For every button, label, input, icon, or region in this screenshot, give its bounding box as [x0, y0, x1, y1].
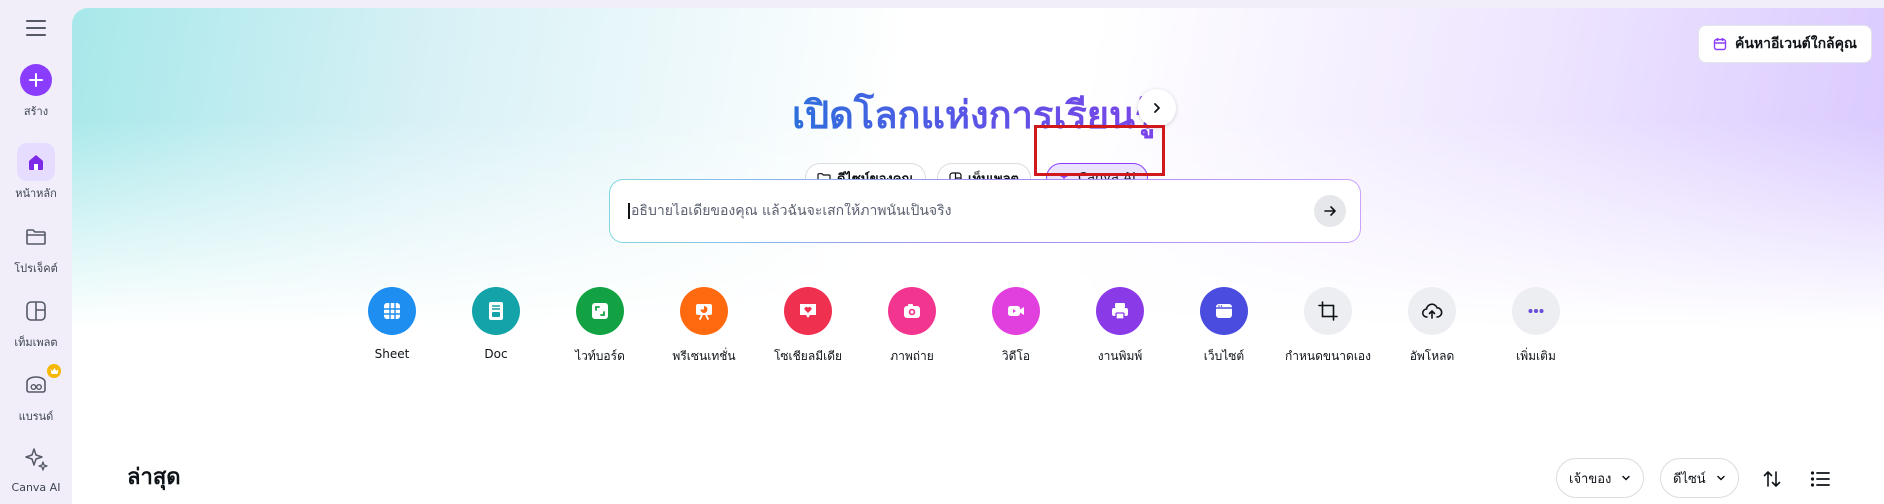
shortcut-label: วิดีโอ: [1001, 349, 1031, 363]
shortcut-label: กำหนดขนาดเอง: [1284, 349, 1371, 363]
shortcut-label: โซเชียลมีเดีย: [773, 349, 843, 363]
shortcut-video[interactable]: วิดีโอ: [964, 287, 1068, 366]
crown-icon: [47, 364, 61, 378]
recent-heading: ล่าสุด: [127, 465, 181, 490]
sidebar-item-projects[interactable]: โปรเจ็คต์: [0, 218, 72, 277]
sidebar-item-home[interactable]: หน้าหลัก: [0, 143, 72, 202]
shortcut-label: ภาพถ่าย: [890, 349, 934, 363]
shortcut-label: พรีเซนเทชั่น: [672, 349, 736, 363]
folder-icon: [17, 218, 55, 256]
shortcut-more[interactable]: เพิ่มเติม: [1484, 287, 1588, 366]
chevron-right-icon: [1154, 103, 1160, 113]
shortcut-label: เว็บไซต์: [1203, 349, 1245, 363]
shortcut-website[interactable]: เว็บไซต์: [1172, 287, 1276, 366]
shortcut-label: งานพิมพ์: [1097, 349, 1143, 363]
shortcut-label: Sheet: [374, 347, 410, 361]
home-icon: [17, 143, 55, 181]
hero-title: เปิดโลกแห่งการเรียนรู้: [792, 84, 1155, 145]
sidebar-item-label: หน้าหลัก: [15, 187, 57, 200]
shortcut-photo[interactable]: ภาพถ่าย: [860, 287, 964, 366]
brand-icon: [17, 364, 61, 404]
arrow-right-icon: [1324, 206, 1336, 216]
shortcut-label: ไวท์บอร์ด: [575, 349, 625, 363]
shortcut-upload[interactable]: อัพโหลด: [1380, 287, 1484, 366]
shortcut-label: เพิ่มเติม: [1516, 349, 1556, 363]
owner-filter[interactable]: เจ้าของ: [1556, 458, 1645, 498]
shortcut-presentation[interactable]: พรีเซนเทชั่น: [652, 287, 756, 366]
chevron-down-icon: [1716, 475, 1725, 481]
ai-prompt-input[interactable]: [628, 203, 1314, 219]
shortcut-label: Doc: [484, 347, 508, 361]
ai-prompt-box: [609, 179, 1361, 243]
sidebar-item-label: โปรเจ็คต์: [14, 262, 58, 275]
print-icon: [1096, 287, 1144, 335]
sidebar: สร้าง หน้าหลัก โปรเจ็คต์ เท็มเพลต แบรนด์: [0, 0, 72, 504]
sidebar-item-canva-ai[interactable]: Canva AI: [0, 440, 72, 494]
more-icon: [1512, 287, 1560, 335]
presentation-icon: [680, 287, 728, 335]
sidebar-item-label: สร้าง: [23, 105, 49, 118]
find-events-button[interactable]: ค้นหาอีเวนต์ใกล้คุณ: [1698, 25, 1872, 63]
heart-icon: [784, 287, 832, 335]
list-view-icon[interactable]: [1807, 466, 1833, 492]
template-icon: [17, 292, 55, 330]
main-panel: ค้นหาอีเวนต์ใกล้คุณ เปิดโลกแห่งการเรียนร…: [72, 8, 1884, 504]
send-button[interactable]: [1314, 195, 1346, 227]
sidebar-item-label: แบรนด์: [18, 410, 54, 423]
sidebar-item-create[interactable]: สร้าง: [0, 64, 72, 120]
design-filter[interactable]: ดีไซน์: [1660, 458, 1739, 498]
hero-next-button[interactable]: [1138, 89, 1176, 127]
sheet-icon: [368, 287, 416, 335]
website-icon: [1200, 287, 1248, 335]
video-icon: [992, 287, 1040, 335]
shortcut-label: อัพโหลด: [1409, 349, 1455, 363]
whiteboard-icon: [576, 287, 624, 335]
sidebar-item-templates[interactable]: เท็มเพลต: [0, 292, 72, 351]
chevron-down-icon: [1622, 475, 1631, 481]
shortcut-doc[interactable]: Doc: [444, 287, 548, 361]
hamburger-icon[interactable]: [24, 16, 48, 40]
sidebar-item-label: Canva AI: [11, 481, 61, 494]
calendar-icon: [1713, 38, 1727, 51]
sort-icon[interactable]: [1759, 466, 1785, 492]
owner-filter-label: เจ้าของ: [1569, 471, 1612, 487]
shortcut-custom-size[interactable]: กำหนดขนาดเอง: [1276, 287, 1380, 366]
find-events-label: ค้นหาอีเวนต์ใกล้คุณ: [1735, 36, 1857, 52]
sidebar-item-brand[interactable]: แบรนด์: [0, 364, 72, 425]
plus-icon: [20, 64, 52, 96]
doc-icon: [472, 287, 520, 335]
shortcut-sheet[interactable]: Sheet: [340, 287, 444, 361]
upload-icon: [1408, 287, 1456, 335]
camera-icon: [888, 287, 936, 335]
shortcut-whiteboard[interactable]: ไวท์บอร์ด: [548, 287, 652, 366]
shortcut-print[interactable]: งานพิมพ์: [1068, 287, 1172, 366]
shortcut-social-media[interactable]: โซเชียลมีเดีย: [756, 287, 860, 366]
sidebar-item-label: เท็มเพลต: [14, 336, 58, 349]
sparkle-icon: [17, 440, 55, 478]
design-filter-label: ดีไซน์: [1673, 471, 1706, 487]
custom-size-icon: [1304, 287, 1352, 335]
